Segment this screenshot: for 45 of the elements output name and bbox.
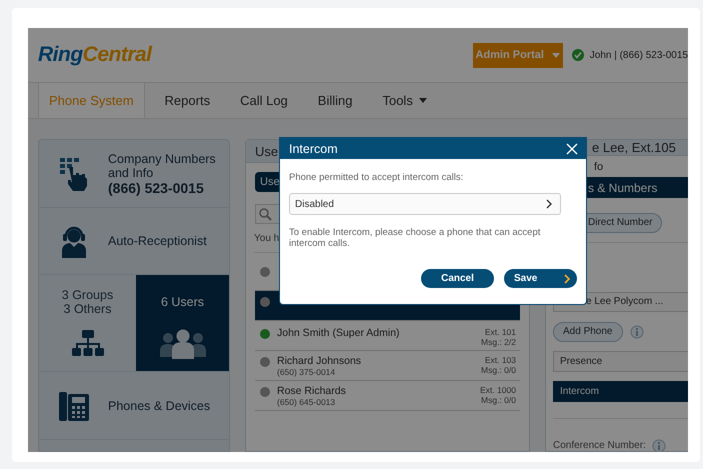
caret-icon bbox=[552, 52, 560, 58]
headset-person-icon bbox=[60, 224, 88, 258]
message-count: Msg.: 2/2 bbox=[481, 337, 516, 347]
user-name: John Smith (Super Admin) bbox=[277, 327, 401, 339]
nav-tile[interactable]: Company Numbers and Info (866) 523-0015 bbox=[39, 140, 229, 208]
nav-tile[interactable]: 6 Users bbox=[136, 275, 229, 371]
cancel-button[interactable]: Cancel bbox=[421, 269, 494, 288]
user-phone: (650) 645-0013 bbox=[277, 397, 336, 407]
user-phone: (650) 375-0014 bbox=[277, 367, 336, 377]
nav-tile[interactable]: 3 Groups 3 Others bbox=[39, 275, 136, 371]
close-icon[interactable] bbox=[566, 142, 578, 154]
nav-tab[interactable]: Call Log bbox=[230, 83, 298, 118]
org-chart-icon bbox=[72, 330, 104, 358]
conference-label: Conference Number: bbox=[553, 440, 646, 451]
add-phone-button[interactable]: Add Phone bbox=[553, 322, 622, 342]
chevron-right-icon bbox=[564, 274, 570, 284]
user-row[interactable]: Rose Richards (650) 645-0013 Ext. 1000 Msg.: 0/0 bbox=[255, 381, 520, 411]
save-button[interactable]: Save bbox=[504, 269, 577, 288]
keypad-hand-icon bbox=[58, 156, 88, 190]
chevron-right-icon bbox=[546, 199, 552, 209]
phone-select[interactable]: Disabled bbox=[289, 193, 561, 215]
message-count: Msg.: 0/0 bbox=[481, 365, 516, 375]
info-icon bbox=[652, 438, 666, 451]
extension-text: Ext. 103 bbox=[484, 355, 516, 365]
nav-tab[interactable]: Reports bbox=[154, 83, 220, 118]
user-row[interactable]: John Smith (Super Admin) Ext. 101 Msg.: 2/2 bbox=[255, 321, 520, 351]
settings-item[interactable]: Presence bbox=[553, 350, 688, 372]
field-label: Phone permitted to accept intercom calls: bbox=[289, 172, 464, 183]
user-info: John | (866) 523-0015 bbox=[590, 50, 688, 60]
message-count: Msg.: 0/0 bbox=[481, 395, 516, 405]
user-name: Rose Richards bbox=[277, 385, 347, 397]
extension-text: Ext. 1000 bbox=[480, 385, 516, 395]
info-icon bbox=[630, 324, 644, 338]
nav-tab[interactable]: Billing bbox=[308, 83, 362, 118]
nav-tab[interactable]: Tools bbox=[372, 83, 437, 118]
settings-item[interactable]: Intercom bbox=[553, 380, 688, 402]
user-row[interactable]: Richard Johnsons (650) 375-0014 Ext. 103 Msg.: 0/0 bbox=[255, 351, 520, 381]
logo: RingCentral bbox=[38, 43, 152, 67]
search-icon bbox=[259, 208, 272, 220]
extension-text: Ext. 101 bbox=[484, 327, 516, 337]
nav-tile[interactable]: Phones & Devices bbox=[39, 372, 229, 440]
user-name: Richard Johnsons bbox=[277, 355, 362, 367]
desk-phone-icon bbox=[58, 390, 88, 420]
dialog-title: Intercom bbox=[289, 142, 338, 156]
people-group-icon bbox=[160, 329, 206, 359]
